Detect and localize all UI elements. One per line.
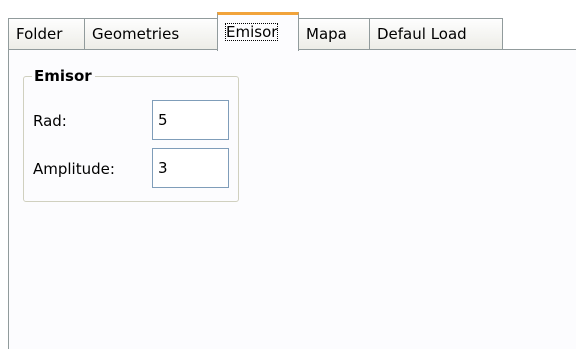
emisor-groupbox: Emisor Rad: Amplitude: bbox=[23, 66, 239, 202]
tab-panel-emisor: Emisor Rad: Amplitude: bbox=[8, 49, 576, 349]
tab-mapa-label: Mapa bbox=[306, 25, 347, 43]
rad-label: Rad: bbox=[33, 112, 67, 130]
tab-geometries-label: Geometries bbox=[92, 25, 180, 43]
rad-input[interactable] bbox=[152, 100, 229, 140]
tab-defaul-load-label: Defaul Load bbox=[377, 25, 467, 43]
tab-strip: Folder Geometries Emisor Mapa Defaul Loa… bbox=[8, 12, 576, 51]
amplitude-input[interactable] bbox=[152, 148, 229, 188]
tab-emisor-label: Emisor bbox=[225, 23, 279, 41]
tab-folder-label: Folder bbox=[16, 25, 63, 43]
tab-control-window: Folder Geometries Emisor Mapa Defaul Loa… bbox=[0, 0, 576, 349]
tab-mapa[interactable]: Mapa bbox=[298, 18, 370, 51]
tab-folder[interactable]: Folder bbox=[8, 18, 85, 51]
amplitude-label: Amplitude: bbox=[33, 160, 115, 178]
emisor-group-title: Emisor bbox=[32, 66, 95, 86]
tab-emisor[interactable]: Emisor bbox=[217, 12, 299, 51]
tab-defaul-load[interactable]: Defaul Load bbox=[369, 18, 503, 51]
tab-geometries[interactable]: Geometries bbox=[84, 18, 218, 51]
